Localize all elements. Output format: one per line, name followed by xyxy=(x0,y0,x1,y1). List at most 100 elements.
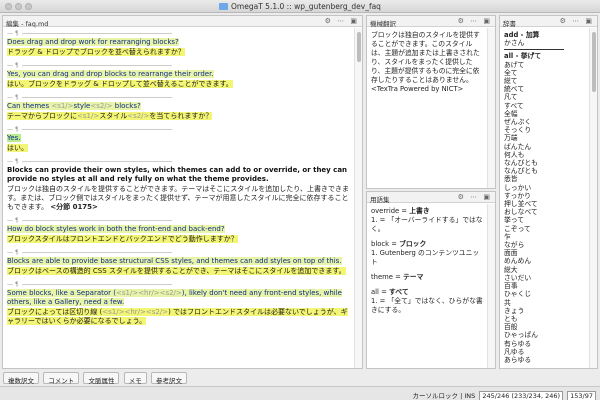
segment-source: Some blocks, like a Separator (<s1/><hr/… xyxy=(7,289,342,306)
dictionary-word: 全幅 xyxy=(504,109,518,118)
glossary-entry[interactable]: all = すべて 1. = 「全て」ではなく、ひらがな書きにする。 xyxy=(371,288,483,315)
dictionary-word: 乍 xyxy=(504,232,511,241)
dictionary-word: 押し並べて xyxy=(504,200,538,209)
glossary-note: 1. = 「全て」ではなく、ひらがな書きにする。 xyxy=(371,297,483,314)
segment-marker: — ¶ xyxy=(7,62,350,69)
segment-marker: — ¶ xyxy=(7,30,350,37)
segment-target[interactable]: はい。ブロックをドラッグ & ドロップして並べ替えることができます。 xyxy=(7,80,233,88)
folder-icon xyxy=(219,3,229,10)
glossary-content[interactable]: override = 上書き 1. = 「オーバーライドする」ではなく。 blo… xyxy=(367,204,487,368)
segment-target-text: テーマからブロックに xyxy=(7,112,77,120)
mt-pane-tools-icon[interactable]: ⚙ ⋯ ▣ xyxy=(458,17,492,25)
dictionary-head-word: add - 加算 xyxy=(504,31,540,39)
segment[interactable]: — ¶ Yes, you can drag and drop blocks to… xyxy=(3,60,354,92)
segment[interactable]: — ¶ Does drag and drop work for rearrang… xyxy=(3,28,354,60)
glossary-target-term: テーマ xyxy=(403,273,424,281)
dictionary-word: 統べて xyxy=(504,85,525,94)
dictionary-word: 凡て xyxy=(504,93,518,102)
segment-number: <分節 0175> xyxy=(50,203,98,211)
glossary-pane: 用語集 ⚙ ⋯ ▣ override = 上書き 1. = 「オーバーライドする… xyxy=(366,191,496,369)
dictionary-pane: 辞書 ⚙ ⋯ ▣ add - 加算 かさん all - 挙げて あげて 全て 総て 統べ… xyxy=(499,15,598,369)
tab-comments[interactable]: コメント xyxy=(43,372,80,385)
dictionary-divider xyxy=(504,49,564,51)
dictionary-word: めんめん xyxy=(504,257,532,266)
segment[interactable]: — ¶ Blocks are able to provide base stru… xyxy=(3,247,354,279)
status-info: カーソルロック | INS 245/246 (233/234, 246) 153… xyxy=(413,390,596,400)
mt-text: ブロックは独自のスタイルを提供することができます。このスタイルは、主題が追加また… xyxy=(371,31,480,84)
segment-target[interactable]: はい。 xyxy=(7,144,28,152)
glossary-target-term: ブロック xyxy=(399,240,427,248)
progress-counter: 245/246 (233/234, 246) xyxy=(479,391,564,400)
dictionary-word: きょう xyxy=(504,306,525,315)
dictionary-word: とも xyxy=(504,314,518,323)
dictionary-word: ばんたん xyxy=(504,142,532,151)
inline-tag: <s1/><hr/><s2/> xyxy=(116,289,182,297)
window-titlebar: OmegaT 5.1.0 :: wp_gutenberg_dev_faq xyxy=(0,0,600,13)
segment-source-text: blocks? xyxy=(112,102,141,110)
tab-alternative-translations[interactable]: 複数訳文 xyxy=(3,372,39,385)
glossary-entry[interactable]: theme = テーマ xyxy=(371,273,483,282)
segment-target-text: を当てられますか？ xyxy=(149,112,213,120)
glossary-scrollbar[interactable] xyxy=(487,204,495,368)
glossary-pane-tools-icon[interactable]: ⚙ ⋯ ▣ xyxy=(458,193,492,201)
mt-content[interactable]: ブロックは独自のスタイルを提供することができます。このスタイルは、主題が追加また… xyxy=(367,28,487,188)
glossary-entry[interactable]: block = ブロック 1. Gutenberg のコンテンツユニット xyxy=(371,240,483,267)
active-segment-target[interactable]: ブロックは独自のスタイルを提供することができます。テーマはそこにスタイルを追加し… xyxy=(7,185,350,212)
dictionary-header: 辞書 ⚙ ⋯ ▣ xyxy=(500,16,597,28)
dictionary-word: しっかい xyxy=(504,183,532,192)
inline-tag: <s1/> xyxy=(77,112,100,120)
segment-target[interactable]: テーマからブロックに<s1/>スタイル<s2/>を当てられますか？ xyxy=(7,112,213,120)
segment-marker: — ¶ xyxy=(7,249,350,256)
segment[interactable]: — ¶ Can themes <s1/>style<s2/> blocks? テ… xyxy=(3,92,354,124)
bottom-pane-tabs: 複数訳文 コメント 文脈属性 メモ 参考訳文 xyxy=(3,372,189,385)
dictionary-word: 何人も xyxy=(504,150,525,159)
segment-source-text: Some blocks, like a Separator ( xyxy=(7,289,116,297)
segment-target[interactable]: ブロックスタイルはフロントエンドとバックエンドでどう動作しますか？ xyxy=(7,235,238,243)
dictionary-scrollbar[interactable] xyxy=(589,28,597,368)
machine-translation-pane: 機械翻訳 ⚙ ⋯ ▣ ブロックは独自のスタイルを提供することができます。このスタ… xyxy=(366,15,496,189)
window-title: OmegaT 5.1.0 :: wp_gutenberg_dev_faq xyxy=(0,2,600,11)
editor-scrollbar[interactable] xyxy=(354,28,362,368)
dictionary-word: ぜんぷく xyxy=(504,118,532,127)
segment-target[interactable]: ブロックによっては区切り線 (<s1/><hr/><s2/>) ではフロントエン… xyxy=(7,308,348,325)
mt-title: 機械翻訳 xyxy=(370,20,396,28)
dictionary-word: ながら xyxy=(504,241,525,250)
tab-segment-properties[interactable]: 文脈属性 xyxy=(83,372,120,385)
character-counter: 153/97 xyxy=(567,391,596,400)
dictionary-word: なんびとも xyxy=(504,159,538,168)
editor-pane-tools-icon[interactable]: ⚙ ⋯ ▣ xyxy=(325,17,359,25)
insert-mode-status: INS xyxy=(464,392,476,400)
segment-target-text: ブロックによっては区切り線 ( xyxy=(7,308,103,316)
status-bar: カーソルロック | INS 245/246 (233/234, 246) 153… xyxy=(0,386,600,400)
mt-scrollbar[interactable] xyxy=(487,28,495,188)
dictionary-word: 共 xyxy=(504,298,511,307)
dictionary-word: 凡ゆる xyxy=(504,347,525,356)
dictionary-word: 悉皆 xyxy=(504,175,518,184)
segment-source: How do block styles work in both the fro… xyxy=(7,225,225,233)
tab-reference-translations[interactable]: 参考訳文 xyxy=(150,372,187,385)
segment-target[interactable]: ブロックはベースの構造的 CSS スタイルを提供することができ、テーマはそこにス… xyxy=(7,267,346,275)
editor-pane: 編集 - faq.md ⚙ ⋯ ▣ — ¶ Does drag and drop… xyxy=(2,15,363,369)
cursor-lock-status[interactable]: カーソルロック xyxy=(413,392,459,400)
scrollbar-thumb[interactable] xyxy=(592,32,596,92)
dictionary-head-reading: かさん xyxy=(504,39,525,48)
glossary-header: 用語集 ⚙ ⋯ ▣ xyxy=(367,192,495,204)
dictionary-content[interactable]: add - 加算 かさん all - 挙げて あげて 全て 総て 統べて 凡て すべて 全幅ぜ… xyxy=(500,28,589,368)
dictionary-word: 百事 xyxy=(504,282,518,291)
dictionary-pane-tools-icon[interactable]: ⚙ ⋯ ▣ xyxy=(560,17,594,25)
tab-notes[interactable]: メモ xyxy=(123,372,147,385)
glossary-source-term: block xyxy=(371,240,390,248)
mt-provider: <TexTra Powered by NICT> xyxy=(371,85,464,93)
segment-target[interactable]: ドラッグ & ドロップでブロックを並べ替えられますか？ xyxy=(7,48,185,56)
segment-active[interactable]: — ¶ Blocks can provide their own styles,… xyxy=(3,156,354,215)
segment[interactable]: — ¶ Yes. はい。 xyxy=(3,124,354,156)
scrollbar-thumb[interactable] xyxy=(357,32,361,62)
segment[interactable]: — ¶ Some blocks, like a Separator (<s1/>… xyxy=(3,279,354,329)
editor-header: 編集 - faq.md ⚙ ⋯ ▣ xyxy=(3,16,362,28)
segment-source: Yes, you can drag and drop blocks to rea… xyxy=(7,70,214,78)
dictionary-word: 有らゆる xyxy=(504,339,532,348)
editor-segments[interactable]: — ¶ Does drag and drop work for rearrang… xyxy=(3,28,354,368)
segment[interactable]: — ¶ How do block styles work in both the… xyxy=(3,215,354,247)
glossary-entry[interactable]: override = 上書き 1. = 「オーバーライドする」ではなく。 xyxy=(371,207,483,234)
dictionary-word-list: all - 挙げて あげて 全て 総て 統べて 凡て すべて 全幅 ぜんぷく そっくり 万端 ばんたん… xyxy=(504,52,585,364)
